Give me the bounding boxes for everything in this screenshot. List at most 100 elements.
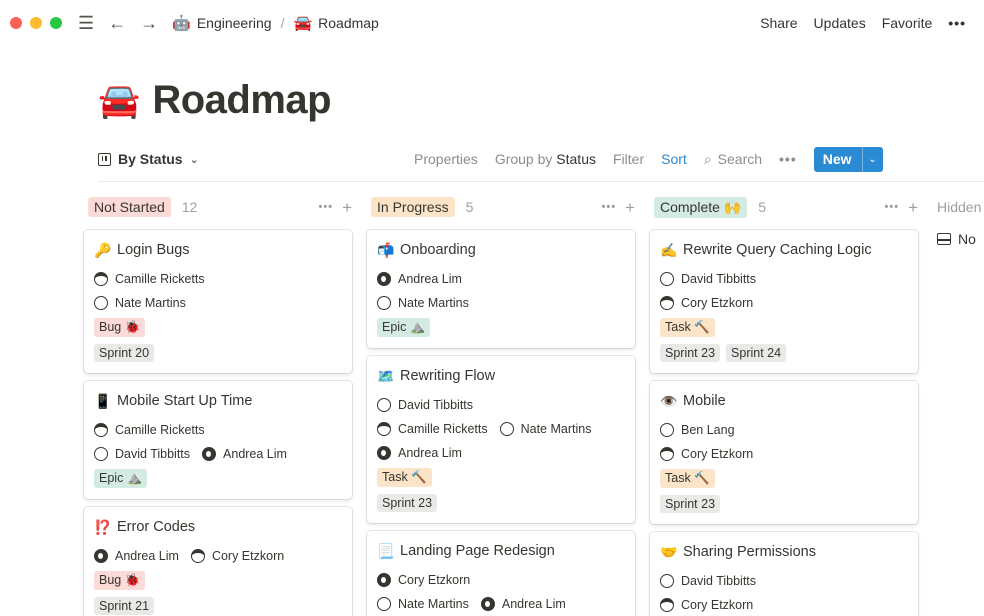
assignee-name: Nate Martins — [398, 296, 469, 310]
group-by-value: Status — [556, 151, 596, 167]
breadcrumb-label: Roadmap — [318, 15, 379, 31]
assignee: Camille Ricketts — [94, 272, 205, 286]
more-options-icon[interactable]: ••• — [319, 201, 334, 213]
assignee: Cory Etzkorn — [660, 296, 753, 310]
group-by-label: Group by — [494, 151, 553, 167]
board-view-icon — [98, 152, 111, 166]
assignee: Nate Martins — [377, 296, 469, 310]
type-tag: Epic ⛰️ — [94, 469, 148, 488]
column-actions: ••• + — [602, 199, 636, 216]
column-actions: ••• + — [319, 199, 353, 216]
board-card[interactable]: 🔑 Login Bugs Camille Ricketts Nate Marti… — [84, 230, 352, 373]
type-tag: Task 🔨 — [660, 469, 715, 488]
tag-row: Bug 🐞 — [94, 315, 342, 340]
avatar — [377, 272, 391, 286]
add-card-icon[interactable]: + — [908, 199, 918, 216]
more-options-icon[interactable]: ••• — [948, 15, 966, 31]
board-card[interactable]: 👁️ Mobile Ben Lang Cory Etzkorn Task 🔨 S… — [650, 381, 918, 524]
card-title: 📱 Mobile Start Up Time — [94, 390, 342, 412]
page-title[interactable]: Roadmap — [152, 78, 331, 123]
column-header: Not Started 12 ••• + — [84, 193, 352, 221]
board-card[interactable]: ✍️ Rewrite Query Caching Logic David Tib… — [650, 230, 918, 373]
type-tag: Bug 🐞 — [94, 571, 146, 590]
sort-button[interactable]: Sort — [661, 151, 687, 167]
avatar — [660, 423, 674, 437]
breadcrumb: 🤖 Engineering / 🚘 Roadmap — [172, 14, 379, 32]
column-count: 5 — [465, 199, 474, 215]
assignee-name: Cory Etzkorn — [398, 573, 471, 587]
menu-icon[interactable]: ☰ — [78, 14, 94, 32]
assignee: Nate Martins — [499, 422, 591, 436]
more-options-icon[interactable]: ••• — [779, 151, 797, 167]
new-button-label[interactable]: New — [814, 147, 862, 172]
sprint-tag: Sprint 24 — [726, 343, 787, 362]
column-header: In Progress 5 ••• + — [367, 193, 635, 221]
status-badge[interactable]: Complete 🙌 — [654, 196, 748, 218]
board-card[interactable]: 📱 Mobile Start Up Time Camille Ricketts … — [84, 381, 352, 499]
sprint-tag: Sprint 20 — [94, 343, 155, 362]
avatar — [660, 598, 674, 612]
avatar — [377, 597, 391, 611]
assignee-row: David Tibbitts — [660, 569, 908, 593]
more-options-icon[interactable]: ••• — [602, 201, 617, 213]
back-arrow-icon[interactable]: ← — [108, 14, 126, 32]
assignee: David Tibbitts — [660, 272, 756, 286]
avatar — [202, 447, 217, 461]
new-button[interactable]: New ⌄ — [813, 146, 883, 172]
car-icon[interactable]: 🚘 — [98, 84, 140, 118]
type-tag: Task 🔨 — [377, 468, 432, 487]
tag-row: Epic ⛰️ — [94, 466, 342, 491]
mailbox-icon: 📬 — [377, 241, 395, 258]
column-header: Complete 🙌 5 ••• + — [650, 193, 918, 221]
minimize-window-button[interactable] — [30, 17, 42, 29]
hidden-groups-header[interactable]: Hidden — [937, 193, 984, 221]
hidden-group-item[interactable]: No — [937, 231, 984, 247]
assignee-name: Camille Ricketts — [115, 423, 205, 437]
board-card[interactable]: 📬 Onboarding Andrea Lim Nate Martins Epi… — [367, 230, 635, 348]
chevron-down-icon[interactable]: ⌄ — [861, 146, 883, 172]
card-title: ✍️ Rewrite Query Caching Logic — [660, 239, 908, 261]
status-badge[interactable]: Not Started — [88, 197, 171, 217]
forward-arrow-icon[interactable]: → — [140, 14, 158, 32]
filter-button[interactable]: Filter — [613, 151, 644, 167]
avatar — [190, 549, 205, 563]
zoom-window-button[interactable] — [50, 17, 62, 29]
group-by-button[interactable]: Group by Status — [495, 151, 596, 167]
breadcrumb-engineering[interactable]: 🤖 Engineering — [172, 14, 271, 32]
properties-button[interactable]: Properties — [414, 151, 478, 167]
view-selector[interactable]: By Status ⌄ — [98, 151, 199, 167]
breadcrumb-roadmap[interactable]: 🚘 Roadmap — [293, 14, 378, 32]
assignee-row: Andrea Lim Cory Etzkorn — [94, 544, 342, 568]
page-icon: 📃 — [377, 542, 395, 559]
more-options-icon[interactable]: ••• — [885, 201, 900, 213]
view-name: By Status — [118, 151, 183, 167]
add-card-icon[interactable]: + — [625, 199, 635, 216]
card-title-text: Mobile — [683, 393, 726, 409]
board-card[interactable]: ⁉️ Error Codes Andrea Lim Cory Etzkorn B… — [84, 507, 352, 616]
assignee: David Tibbitts — [660, 574, 756, 588]
card-title-text: Rewriting Flow — [400, 368, 496, 384]
share-button[interactable]: Share — [760, 15, 797, 31]
assignee: Andrea Lim — [94, 549, 179, 563]
tag-row: Bug 🐞 — [94, 568, 342, 593]
avatar — [94, 549, 108, 563]
hidden-group-label: No — [958, 231, 976, 247]
assignee-row: Andrea Lim — [377, 441, 625, 465]
avatar — [480, 597, 495, 611]
assignee-name: Nate Martins — [398, 597, 469, 611]
add-card-icon[interactable]: + — [342, 199, 352, 216]
avatar — [94, 272, 108, 286]
assignee-row: David Tibbitts — [377, 393, 625, 417]
updates-button[interactable]: Updates — [814, 15, 866, 31]
card-title-text: Mobile Start Up Time — [117, 393, 253, 409]
assignee-row: Camille Ricketts — [94, 418, 342, 442]
status-badge[interactable]: In Progress — [371, 197, 455, 217]
board-card[interactable]: 📃 Landing Page Redesign Cory Etzkorn Nat… — [367, 531, 635, 616]
board-card[interactable]: 🤝 Sharing Permissions David Tibbitts Cor… — [650, 532, 918, 616]
search-button[interactable]: ⌕ Search — [704, 151, 762, 168]
close-window-button[interactable] — [10, 17, 22, 29]
assignee: Andrea Lim — [377, 272, 462, 286]
favorite-button[interactable]: Favorite — [882, 15, 933, 31]
board-card[interactable]: 🗺️ Rewriting Flow David Tibbitts Camille… — [367, 356, 635, 523]
card-title-text: Error Codes — [117, 519, 196, 535]
